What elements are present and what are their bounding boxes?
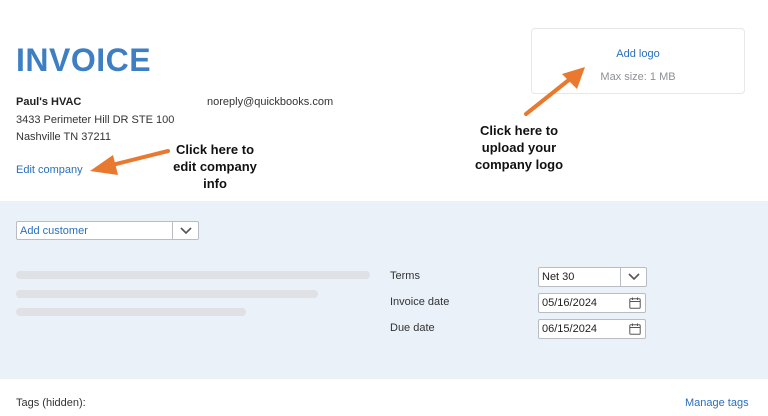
calendar-icon[interactable] — [629, 323, 641, 335]
customer-select-value: Add customer — [20, 225, 88, 237]
customer-select[interactable]: Add customer — [16, 221, 199, 240]
due-date-label: Due date — [390, 322, 435, 334]
calendar-icon[interactable] — [629, 297, 641, 309]
terms-label: Terms — [390, 270, 420, 282]
due-date-input[interactable]: 06/15/2024 — [538, 319, 646, 339]
terms-select[interactable]: Net 30 — [538, 267, 647, 287]
invoice-date-value: 05/16/2024 — [542, 297, 598, 309]
placeholder-line-2 — [16, 290, 318, 298]
annotation-arrows — [90, 67, 585, 175]
due-date-value: 06/15/2024 — [542, 323, 598, 335]
chevron-down-icon[interactable] — [172, 222, 198, 239]
tags-label: Tags (hidden): — [16, 397, 86, 409]
terms-value: Net 30 — [542, 271, 575, 283]
placeholder-line-1 — [16, 271, 370, 279]
invoice-date-label: Invoice date — [390, 296, 450, 308]
arrow-to-edit-company — [90, 149, 170, 175]
invoice-date-input[interactable]: 05/16/2024 — [538, 293, 646, 313]
arrow-to-add-logo — [524, 67, 585, 116]
placeholder-line-3 — [16, 308, 246, 316]
manage-tags-link[interactable]: Manage tags — [685, 397, 749, 409]
chevron-down-icon[interactable] — [620, 268, 646, 286]
